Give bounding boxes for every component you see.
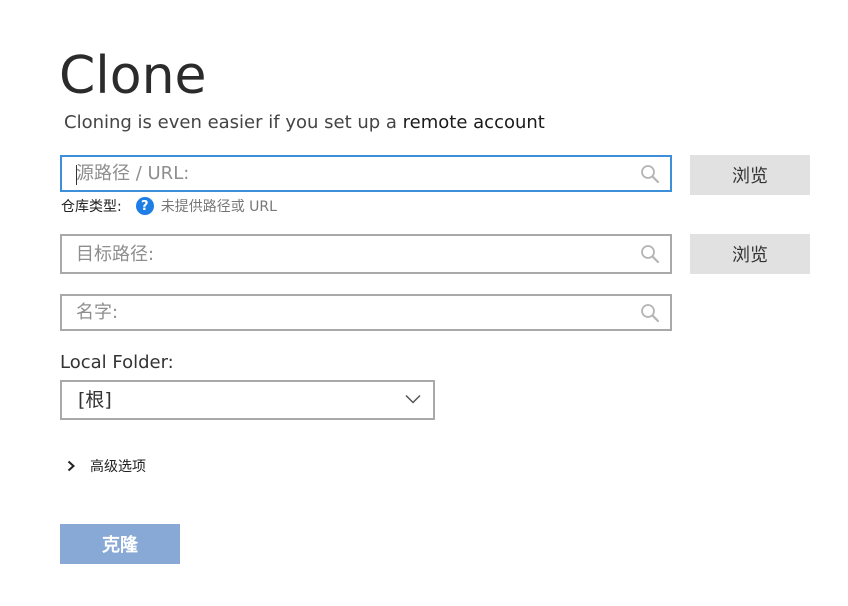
remote-account-link[interactable]: remote account <box>403 112 545 133</box>
repo-type-row: 仓库类型: ? 未提供路径或 URL <box>61 195 277 217</box>
local-folder-value: [根] <box>78 389 112 411</box>
clone-button[interactable]: 克隆 <box>60 524 180 564</box>
name-input[interactable] <box>76 296 626 329</box>
target-path-field[interactable] <box>60 234 672 274</box>
repo-type-status: 未提供路径或 URL <box>160 199 277 215</box>
source-url-field[interactable] <box>60 155 672 192</box>
local-folder-select[interactable]: [根] <box>60 380 435 420</box>
search-icon[interactable] <box>640 303 660 323</box>
text-caret <box>76 165 77 185</box>
chevron-right-icon <box>67 460 75 472</box>
source-url-input[interactable] <box>76 157 626 190</box>
repo-type-label: 仓库类型: <box>61 199 122 215</box>
subtitle-text: Cloning is even easier if you set up a <box>64 112 403 133</box>
page-subtitle: Cloning is even easier if you set up a r… <box>64 111 545 135</box>
search-icon[interactable] <box>640 244 660 264</box>
advanced-options-label: 高级选项 <box>90 459 146 475</box>
chevron-down-icon <box>405 394 421 404</box>
advanced-options-toggle[interactable]: 高级选项 <box>66 456 146 476</box>
browse-source-button[interactable]: 浏览 <box>690 155 810 195</box>
search-icon[interactable] <box>640 164 660 184</box>
browse-target-button[interactable]: 浏览 <box>690 234 810 274</box>
clone-page: Clone Cloning is even easier if you set … <box>0 0 848 606</box>
target-path-input[interactable] <box>76 236 626 272</box>
name-field[interactable] <box>60 294 672 331</box>
page-title: Clone <box>59 46 207 106</box>
local-folder-label: Local Folder: <box>60 352 174 373</box>
help-icon[interactable]: ? <box>135 197 154 215</box>
